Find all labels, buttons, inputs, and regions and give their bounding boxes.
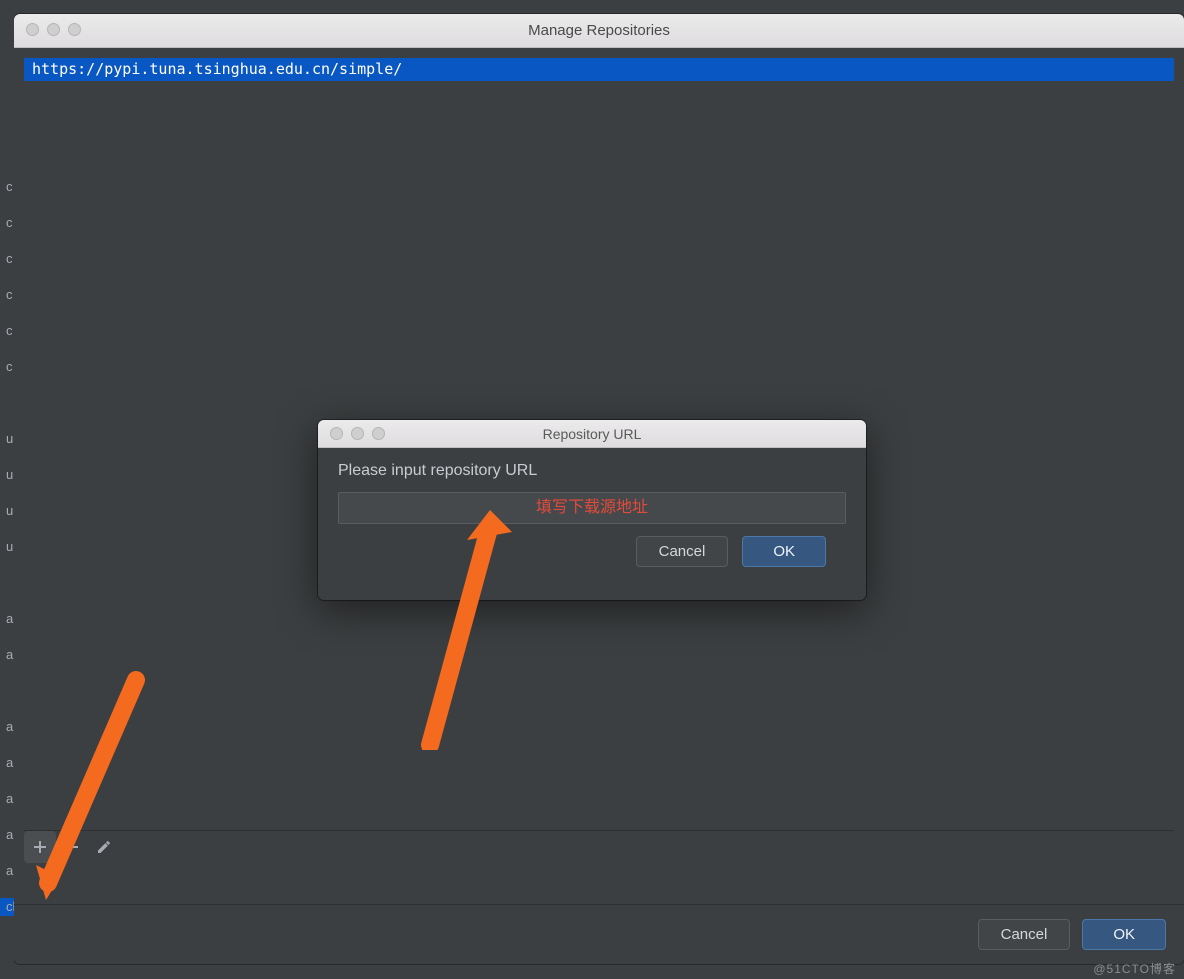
window-footer: Cancel OK [14, 904, 1184, 964]
dialog-title: Repository URL [318, 426, 866, 442]
minus-icon [64, 839, 80, 855]
pencil-icon [96, 839, 112, 855]
dialog-prompt: Please input repository URL [338, 462, 846, 480]
repository-url-dialog: Repository URL Please input repository U… [318, 420, 866, 600]
window-titlebar[interactable]: Manage Repositories [14, 14, 1184, 48]
dialog-cancel-button[interactable]: Cancel [636, 536, 729, 567]
repository-row[interactable]: https://pypi.tuna.tsinghua.edu.cn/simple… [24, 58, 1174, 81]
repository-url-input[interactable] [338, 492, 846, 524]
window-title: Manage Repositories [14, 22, 1184, 39]
ok-button[interactable]: OK [1082, 919, 1166, 950]
repository-toolbar [24, 830, 1174, 862]
remove-repository-button[interactable] [56, 831, 88, 863]
dialog-titlebar[interactable]: Repository URL [318, 420, 866, 448]
traffic-lights [26, 23, 81, 36]
edit-repository-button[interactable] [88, 831, 120, 863]
watermark: @51CTO博客 [1093, 960, 1176, 977]
cancel-button[interactable]: Cancel [978, 919, 1071, 950]
minimize-icon[interactable] [351, 427, 364, 440]
minimize-icon[interactable] [47, 23, 60, 36]
underlying-window-edge: ccc ccc uu uu aiai aiaiai aiai ch [0, 0, 14, 979]
close-icon[interactable] [26, 23, 39, 36]
close-icon[interactable] [330, 427, 343, 440]
zoom-icon[interactable] [372, 427, 385, 440]
plus-icon [32, 839, 48, 855]
zoom-icon[interactable] [68, 23, 81, 36]
add-repository-button[interactable] [24, 831, 56, 863]
dialog-ok-button[interactable]: OK [742, 536, 826, 567]
